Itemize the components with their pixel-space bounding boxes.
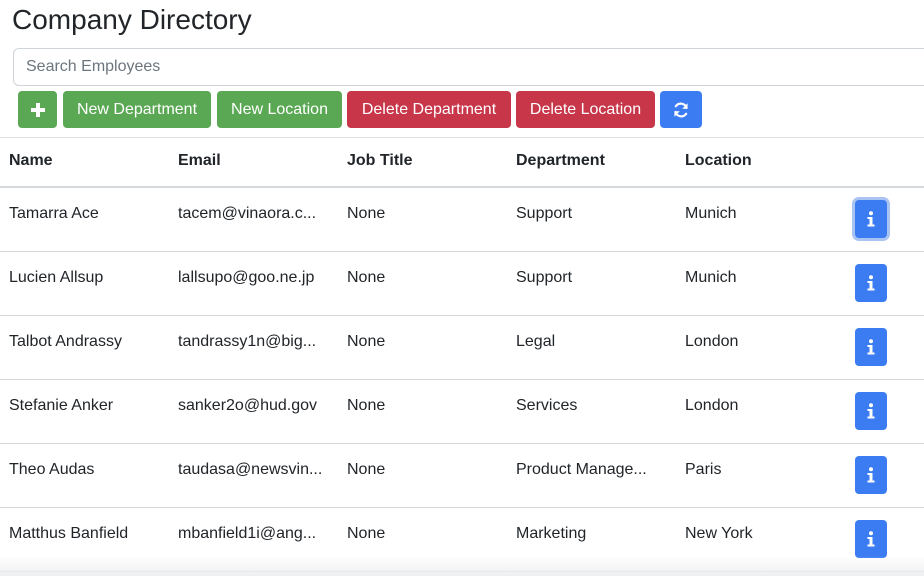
table-row[interactable]: Stefanie Anker sanker2o@hud.gov None Servic…	[0, 380, 924, 444]
cell-name: Talbot Andrassy	[9, 333, 122, 350]
cell-name: Theo Audas	[9, 461, 95, 478]
info-icon	[867, 275, 875, 291]
cell-location: Paris	[685, 461, 722, 478]
cell-location: Munich	[685, 205, 737, 222]
column-header-email[interactable]: Email	[178, 152, 221, 170]
delete-department-button[interactable]: Delete Department	[347, 91, 511, 128]
cell-job-title: None	[347, 333, 386, 350]
employee-info-button[interactable]	[855, 200, 887, 238]
cell-location: London	[685, 333, 739, 350]
cell-name: Matthus Banfield	[9, 525, 129, 542]
cell-location: New York	[685, 525, 753, 542]
info-icon	[867, 467, 875, 483]
cell-email: mbanfield1i@ang...	[178, 525, 317, 542]
info-icon	[867, 211, 875, 227]
cell-department: Support	[516, 205, 573, 222]
plus-icon	[30, 102, 45, 117]
refresh-icon	[674, 102, 688, 117]
employee-info-button[interactable]	[855, 264, 887, 302]
cell-email: tacem@vinaora.c...	[178, 205, 317, 222]
cell-department: Legal	[516, 333, 556, 350]
cell-job-title: None	[347, 205, 386, 222]
employee-info-button[interactable]	[855, 520, 887, 558]
cell-job-title: None	[347, 397, 386, 414]
cell-job-title: None	[347, 525, 386, 542]
info-icon	[867, 339, 875, 355]
scroll-shadow	[0, 556, 924, 576]
search-input[interactable]	[13, 48, 924, 86]
page-title: Company Directory	[12, 4, 252, 35]
table-row[interactable]: Lucien Allsup lallsupo@goo.ne.jp None Suppo…	[0, 252, 924, 316]
cell-name: Tamarra Ace	[9, 205, 99, 222]
cell-department: Support	[516, 269, 573, 286]
table-header: Name Email Job Title Department Location	[0, 138, 924, 188]
cell-email: lallsupo@goo.ne.jp	[178, 269, 315, 286]
column-header-name[interactable]: Name	[9, 152, 53, 170]
column-header-department[interactable]: Department	[516, 152, 605, 170]
cell-email: taudasa@newsvin...	[178, 461, 323, 478]
cell-job-title: None	[347, 461, 386, 478]
new-department-button[interactable]: New Department	[63, 91, 211, 128]
add-employee-button[interactable]	[18, 91, 57, 128]
cell-department: Product Manage...	[516, 461, 647, 478]
table-row[interactable]: Theo Audas taudasa@newsvin... None Product …	[0, 444, 924, 508]
cell-name: Stefanie Anker	[9, 397, 114, 414]
delete-location-button[interactable]: Delete Location	[516, 91, 655, 128]
cell-job-title: None	[347, 269, 386, 286]
cell-email: tandrassy1n@big...	[178, 333, 317, 350]
column-header-location[interactable]: Location	[685, 152, 752, 170]
info-icon	[867, 403, 875, 419]
employee-info-button[interactable]	[855, 328, 887, 366]
cell-name: Lucien Allsup	[9, 269, 104, 286]
cell-department: Marketing	[516, 525, 587, 542]
cell-location: London	[685, 397, 739, 414]
table-row[interactable]: Talbot Andrassy tandrassy1n@big... None Leg…	[0, 316, 924, 380]
cell-department: Services	[516, 397, 578, 414]
employee-info-button[interactable]	[855, 456, 887, 494]
column-header-job-title[interactable]: Job Title	[347, 152, 413, 170]
employee-info-button[interactable]	[855, 392, 887, 430]
info-icon	[867, 531, 875, 547]
cell-location: Munich	[685, 269, 737, 286]
table-row[interactable]: Tamarra Ace tacem@vinaora.c... None Support…	[0, 188, 924, 252]
refresh-button[interactable]	[660, 91, 702, 128]
new-location-button[interactable]: New Location	[217, 91, 342, 128]
cell-email: sanker2o@hud.gov	[178, 397, 317, 414]
